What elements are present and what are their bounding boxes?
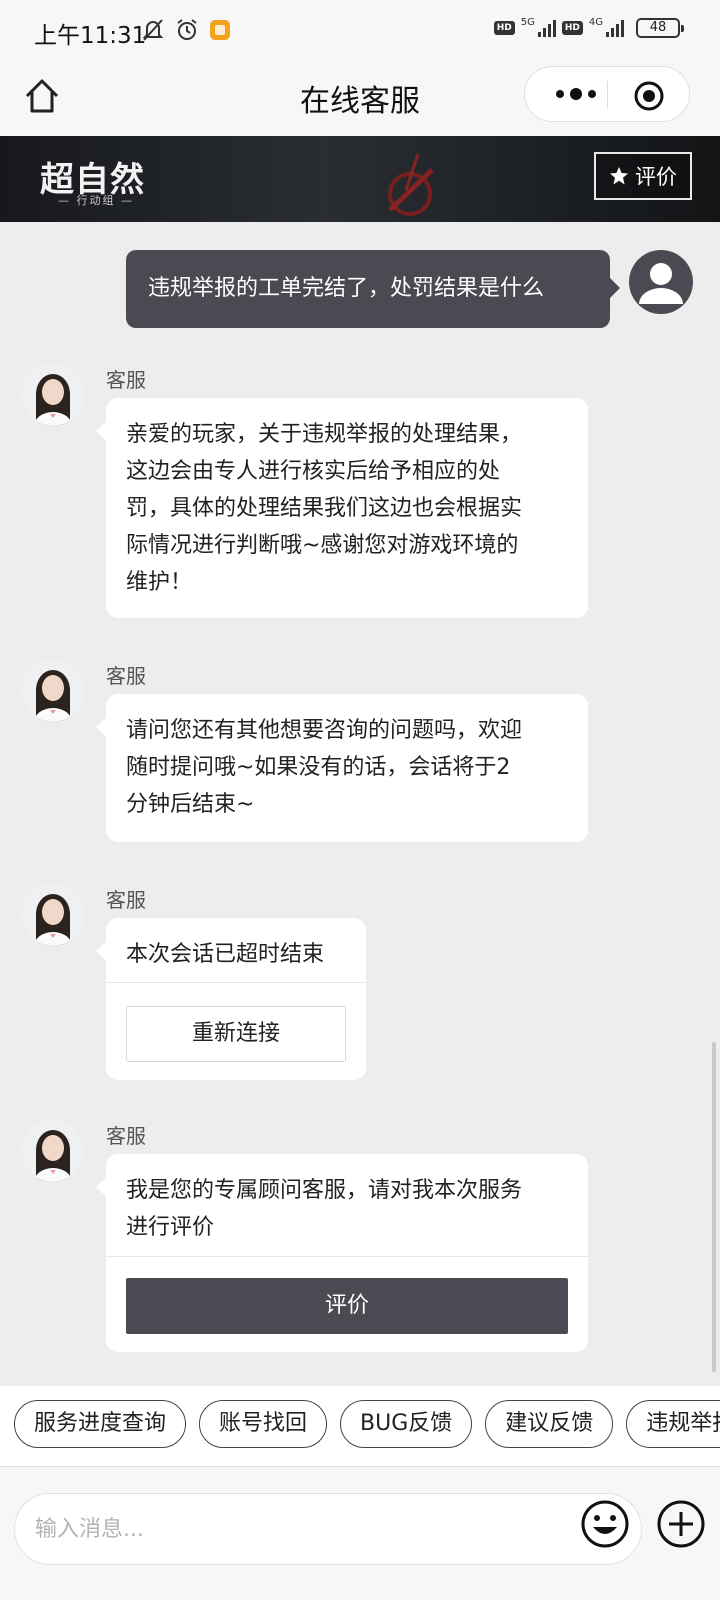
message-line: 本次会话已超时结束 [126, 942, 325, 967]
agent-message-bubble: 亲爱的玩家，关于违规举报的处理结果， 这边会由专人进行核实后给予相应的处 罚，具… [96, 398, 588, 618]
agent-avatar [22, 660, 84, 722]
quick-reply-chip[interactable]: 违规举报 [626, 1400, 720, 1448]
message-line: 分钟后结束~ [126, 792, 255, 817]
network-type: 4G [588, 16, 603, 28]
message-line: 这边会由专人进行核实后给予相应的处 [126, 459, 501, 484]
quick-reply-chip[interactable]: 账号找回 [199, 1400, 328, 1448]
agent-name: 客服 [106, 888, 146, 912]
message-line: 进行评价 [126, 1215, 215, 1240]
network-type: 5G [520, 16, 535, 28]
message-line: 维护！ [126, 570, 193, 595]
message-line: 际情况进行判断哦~感谢您对游戏环境的 [126, 533, 519, 558]
mini-program-capsule [524, 66, 690, 122]
message-input[interactable] [14, 1493, 642, 1565]
rate-header-button[interactable]: 评价 [594, 152, 692, 200]
user-avatar-icon [639, 263, 683, 304]
status-time: 上午11:31 [34, 23, 147, 49]
agent-avatar-image [22, 884, 84, 946]
chat-area[interactable]: 违规举报的工单完结了，处罚结果是什么 客服 亲爱的玩家，关于违规举报的处理结果，… [0, 222, 720, 1386]
close-mini-program-icon[interactable] [633, 80, 665, 112]
mute-bell-icon [142, 19, 164, 41]
battery-icon: 48 [636, 18, 684, 38]
alarm-icon [177, 19, 197, 40]
quick-reply-bar[interactable]: 服务进度查询账号找回BUG反馈建议反馈违规举报 [0, 1386, 720, 1466]
message-line: 我是您的专属顾问客服，请对我本次服务 [126, 1178, 523, 1203]
banner-decoration [388, 153, 434, 216]
agent-avatar-image [22, 660, 84, 722]
more-icon[interactable] [551, 82, 601, 106]
status-bar: 上午11:31 HD 5G HD 4G 48 [0, 0, 720, 62]
star-icon [610, 167, 628, 185]
notification-app-icon [210, 20, 230, 40]
capsule-divider [607, 81, 608, 109]
game-logo-subtitle: — 行动组 — [58, 194, 134, 207]
agent-avatar [22, 364, 84, 426]
quick-reply-chip[interactable]: 服务进度查询 [14, 1400, 187, 1448]
agent-avatar-image [22, 1120, 84, 1182]
emoji-icon[interactable] [580, 1499, 630, 1549]
rate-header-label: 评价 [635, 165, 677, 189]
hd-badge: HD [493, 21, 515, 35]
agent-name: 客服 [106, 664, 146, 688]
game-banner: 超自然 — 行动组 — 评价 [0, 136, 720, 222]
message-line: 请问您还有其他想要咨询的问题吗，欢迎 [126, 718, 523, 743]
user-message-bubble: 违规举报的工单完结了，处罚结果是什么 [126, 250, 620, 328]
quick-reply-chip[interactable]: 建议反馈 [485, 1400, 614, 1448]
message-line: 罚，具体的处理结果我们这边也会根据实 [126, 496, 523, 521]
reconnect-button[interactable]: 重新连接 [126, 1006, 346, 1062]
user-avatar [629, 250, 693, 314]
message-line: 亲爱的玩家，关于违规举报的处理结果， [126, 422, 523, 447]
chat-scrollbar[interactable] [712, 1042, 716, 1372]
agent-message-bubble: 请问您还有其他想要咨询的问题吗，欢迎 随时提问哦~如果没有的话，会话将于2 分钟… [96, 694, 588, 842]
agent-message-bubble: 本次会话已超时结束 重新连接 [96, 918, 366, 1080]
hd-badge: HD [561, 21, 583, 35]
bubble-divider [106, 982, 366, 983]
bubble-divider [106, 1256, 588, 1257]
agent-avatar-image [22, 364, 84, 426]
signal-icon [606, 19, 624, 37]
agent-avatar [22, 1120, 84, 1182]
nav-bar: 在线客服 [0, 62, 720, 136]
agent-avatar [22, 884, 84, 946]
plus-icon[interactable] [656, 1499, 706, 1549]
input-bar [0, 1466, 720, 1600]
agent-name: 客服 [106, 368, 146, 392]
agent-message-bubble: 我是您的专属顾问客服，请对我本次服务 进行评价 评价 [96, 1154, 588, 1352]
signal-icon [537, 19, 556, 37]
quick-reply-chip[interactable]: BUG反馈 [340, 1400, 473, 1448]
rate-service-button[interactable]: 评价 [126, 1278, 568, 1334]
agent-name: 客服 [106, 1124, 146, 1148]
message-line: 随时提问哦~如果没有的话，会话将于2 [126, 755, 511, 780]
